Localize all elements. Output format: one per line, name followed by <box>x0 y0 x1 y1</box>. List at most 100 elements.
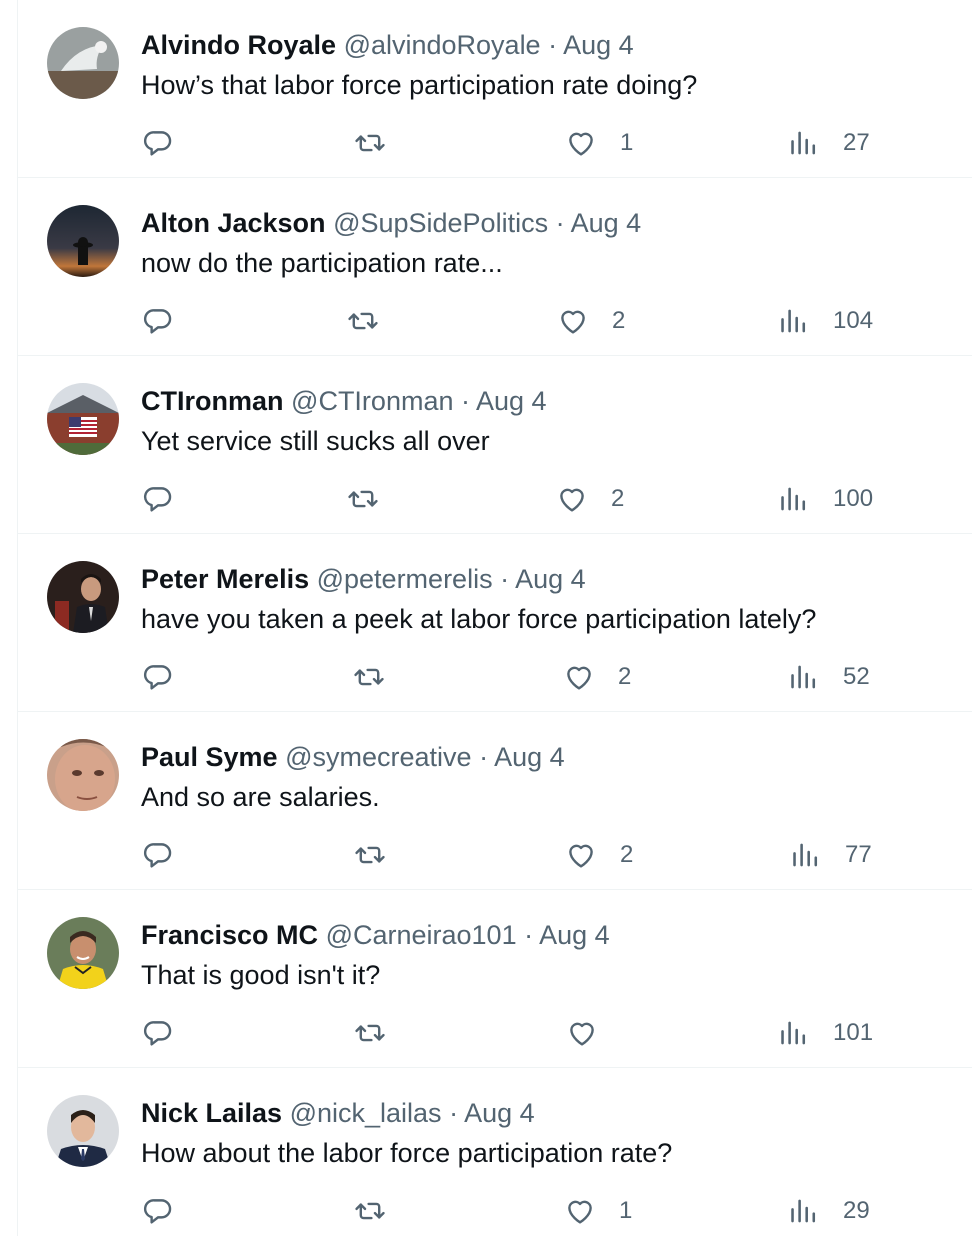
tweet-card[interactable]: Francisco MC @Carneirao101 · Aug 4 That … <box>18 890 972 1068</box>
retweet-icon <box>346 482 380 516</box>
tweet-card[interactable]: CTIronman @CTIronman · Aug 4 Yet service… <box>18 356 972 534</box>
user-handle[interactable]: @nick_lailas <box>290 1098 442 1128</box>
retweet-button[interactable] <box>352 657 386 697</box>
tweet-date[interactable]: Aug 4 <box>494 742 565 772</box>
view-count: 27 <box>843 129 870 156</box>
retweet-icon <box>353 1016 387 1050</box>
views-button[interactable]: 27 <box>787 123 870 163</box>
views-button[interactable]: 104 <box>777 301 873 341</box>
user-handle[interactable]: @petermerelis <box>317 564 493 594</box>
tweet-header: Nick Lailas @nick_lailas · Aug 4 <box>141 1096 535 1130</box>
user-handle[interactable]: @symecreative <box>285 742 471 772</box>
reply-button[interactable] <box>141 1191 175 1231</box>
retweet-button[interactable] <box>346 301 380 341</box>
views-button[interactable]: 101 <box>777 1013 873 1053</box>
view-count: 104 <box>833 307 874 334</box>
views-button[interactable]: 100 <box>777 479 873 519</box>
retweet-button[interactable] <box>353 123 387 163</box>
views-button[interactable]: 52 <box>787 657 870 697</box>
view-count: 100 <box>833 485 874 512</box>
views-button[interactable]: 77 <box>789 835 872 875</box>
avatar[interactable] <box>47 561 119 633</box>
retweet-button[interactable] <box>353 1013 387 1053</box>
like-button[interactable]: 1 <box>563 1191 632 1231</box>
tweet-date[interactable]: Aug 4 <box>563 30 634 60</box>
retweet-button[interactable] <box>353 835 387 875</box>
like-button[interactable]: 2 <box>562 657 631 697</box>
avatar[interactable] <box>47 205 119 277</box>
views-button[interactable]: 29 <box>787 1191 870 1231</box>
tweet-date[interactable]: Aug 4 <box>571 208 642 238</box>
reply-button[interactable] <box>141 657 175 697</box>
display-name[interactable]: Peter Merelis <box>141 564 309 594</box>
heart-icon <box>556 304 590 338</box>
views-chart-icon <box>787 126 821 160</box>
tweet-card[interactable]: Alton Jackson @SupSidePolitics · Aug 4 n… <box>18 178 972 356</box>
tweet-text: Yet service still sucks all over <box>141 426 490 456</box>
reply-timeline: Alvindo Royale @alvindoRoyale · Aug 4 Ho… <box>17 0 972 1236</box>
tweet-text: How about the labor force participation … <box>141 1138 673 1168</box>
like-button[interactable] <box>565 1013 621 1053</box>
display-name[interactable]: Alvindo Royale <box>141 30 336 60</box>
display-name[interactable]: Francisco MC <box>141 920 318 950</box>
views-chart-icon <box>789 838 823 872</box>
tweet-card[interactable]: Paul Syme @symecreative · Aug 4 And so a… <box>18 712 972 890</box>
like-button[interactable]: 2 <box>555 479 624 519</box>
view-count: 101 <box>833 1019 874 1046</box>
tweet-text: That is good isn't it? <box>141 960 381 990</box>
retweet-icon <box>353 1194 387 1228</box>
tweet-date[interactable]: Aug 4 <box>539 920 610 950</box>
separator-dot: · <box>449 1098 459 1128</box>
like-count: 2 <box>611 485 625 512</box>
separator-dot: · <box>500 564 510 594</box>
tweet-header: Francisco MC @Carneirao101 · Aug 4 <box>141 918 610 952</box>
reply-icon <box>141 304 175 338</box>
reply-icon <box>141 838 175 872</box>
retweet-icon <box>353 838 387 872</box>
reply-icon <box>141 482 175 516</box>
avatar[interactable] <box>47 1095 119 1167</box>
like-button[interactable]: 2 <box>564 835 633 875</box>
reply-button[interactable] <box>141 479 175 519</box>
display-name[interactable]: Paul Syme <box>141 742 278 772</box>
reply-icon <box>141 1194 175 1228</box>
display-name[interactable]: Nick Lailas <box>141 1098 282 1128</box>
reply-button[interactable] <box>141 123 175 163</box>
avatar[interactable] <box>47 27 119 99</box>
tweet-date[interactable]: Aug 4 <box>515 564 586 594</box>
tweet-date[interactable]: Aug 4 <box>464 1098 535 1128</box>
reply-button[interactable] <box>141 835 175 875</box>
user-handle[interactable]: @alvindoRoyale <box>344 30 541 60</box>
retweet-button[interactable] <box>353 1191 387 1231</box>
heart-icon <box>562 660 596 694</box>
user-handle[interactable]: @SupSidePolitics <box>333 208 548 238</box>
tweet-date[interactable]: Aug 4 <box>476 386 547 416</box>
tweet-card[interactable]: Alvindo Royale @alvindoRoyale · Aug 4 Ho… <box>18 0 972 178</box>
tweet-card[interactable]: Nick Lailas @nick_lailas · Aug 4 How abo… <box>18 1068 972 1246</box>
tweet-text: And so are salaries. <box>141 782 380 812</box>
like-count: 1 <box>620 129 634 156</box>
like-button[interactable]: 1 <box>564 123 633 163</box>
heart-icon <box>555 482 589 516</box>
avatar[interactable] <box>47 739 119 811</box>
user-handle[interactable]: @Carneirao101 <box>326 920 517 950</box>
tweet-header: Alton Jackson @SupSidePolitics · Aug 4 <box>141 206 641 240</box>
reply-icon <box>141 1016 175 1050</box>
like-button[interactable]: 2 <box>556 301 625 341</box>
separator-dot: · <box>479 742 489 772</box>
avatar[interactable] <box>47 917 119 989</box>
reply-button[interactable] <box>141 1013 175 1053</box>
reply-button[interactable] <box>141 301 175 341</box>
like-count: 1 <box>619 1197 633 1224</box>
heart-icon <box>563 1194 597 1228</box>
user-handle[interactable]: @CTIronman <box>291 386 453 416</box>
heart-icon <box>564 126 598 160</box>
views-chart-icon <box>777 304 811 338</box>
tweet-header: CTIronman @CTIronman · Aug 4 <box>141 384 547 418</box>
like-count: 2 <box>620 841 634 868</box>
avatar[interactable] <box>47 383 119 455</box>
display-name[interactable]: Alton Jackson <box>141 208 326 238</box>
retweet-button[interactable] <box>346 479 380 519</box>
tweet-card[interactable]: Peter Merelis @petermerelis · Aug 4 have… <box>18 534 972 712</box>
display-name[interactable]: CTIronman <box>141 386 284 416</box>
